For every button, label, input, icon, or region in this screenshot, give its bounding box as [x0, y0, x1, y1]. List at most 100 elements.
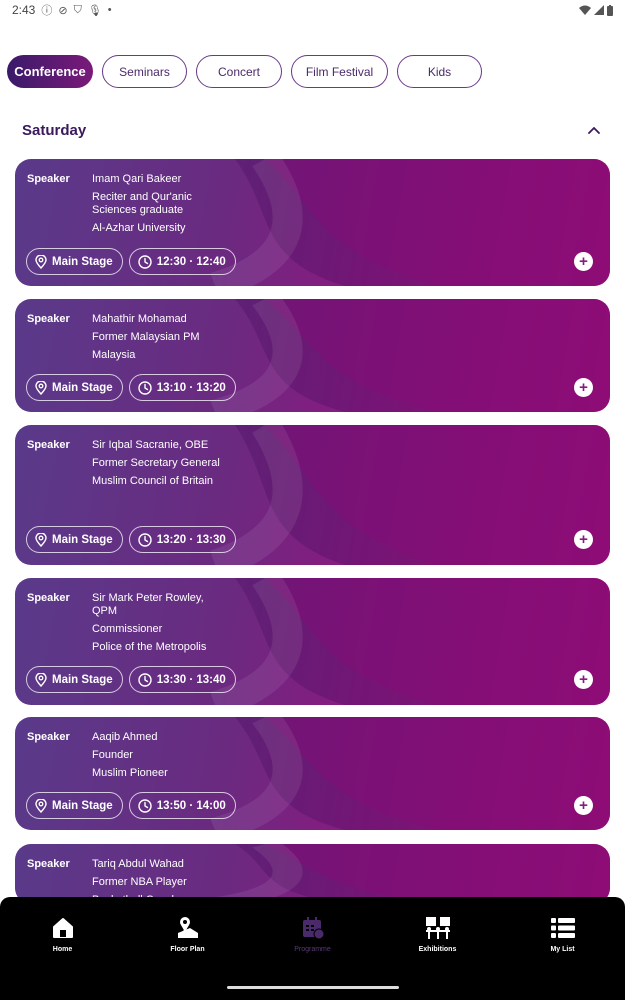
- filter-chip-concert[interactable]: Concert: [196, 55, 282, 88]
- mic-icon: 🎙: [87, 4, 102, 17]
- session-card[interactable]: Speaker Aaqib Ahmed Founder Muslim Pioneer…: [15, 717, 610, 830]
- location-pill: Main Stage: [26, 526, 123, 553]
- speaker-details: Sir Mark Peter Rowley, QPM Commissioner Po…: [92, 592, 222, 659]
- speaker-line: Al-Azhar University: [92, 222, 186, 234]
- nav-floor-plan[interactable]: Floor Plan: [125, 915, 250, 953]
- location-pill: Main Stage: [26, 374, 123, 401]
- nav-my-list-label: My List: [550, 946, 575, 953]
- day-title: Saturday: [22, 122, 87, 139]
- dot-icon: •: [107, 4, 112, 16]
- speaker-details: Aaqib Ahmed Founder Muslim Pioneer: [92, 731, 222, 785]
- plus-icon: +: [579, 797, 588, 814]
- add-to-list-button[interactable]: +: [574, 252, 593, 271]
- map-icon: [175, 915, 201, 941]
- time-pill: 13:20 · 13:30: [128, 526, 236, 553]
- session-meta: Main Stage 12:30 · 12:40: [26, 248, 236, 275]
- signal-icon: [594, 5, 604, 15]
- chevron-up-icon[interactable]: [586, 123, 602, 139]
- location-pill: Main Stage: [26, 248, 123, 275]
- plus-icon: +: [579, 671, 588, 688]
- nav-programme-label: Programme: [294, 946, 331, 953]
- plus-icon: +: [579, 531, 588, 548]
- speaker-label: Speaker: [27, 731, 70, 743]
- home-indicator[interactable]: [227, 986, 399, 989]
- session-card[interactable]: Speaker Imam Qari Bakeer Reciter and Qur'…: [15, 159, 610, 286]
- speaker-line: Imam Qari Bakeer: [92, 173, 182, 185]
- filter-chip-seminars[interactable]: Seminars: [102, 55, 187, 88]
- session-card[interactable]: Speaker Mahathir Mohamad Former Malaysian…: [15, 299, 610, 412]
- time-text: 13:30 · 13:40: [156, 673, 226, 686]
- nav-exhibitions[interactable]: Exhibitions: [375, 915, 500, 953]
- speaker-line: Former Secretary General: [92, 457, 220, 469]
- day-section-header[interactable]: Saturday: [22, 122, 602, 139]
- location-text: Main Stage: [52, 381, 113, 394]
- session-meta: Main Stage 13:30 · 13:40: [26, 666, 236, 693]
- add-to-list-button[interactable]: +: [574, 530, 593, 549]
- clock-icon: [138, 532, 152, 547]
- speaker-label: Speaker: [27, 858, 70, 870]
- time-text: 13:50 · 14:00: [156, 799, 226, 812]
- speaker-line: Muslim Council of Britain: [92, 475, 214, 487]
- speaker-details: Imam Qari Bakeer Reciter and Qur'anic Sci…: [92, 173, 222, 240]
- add-to-list-button[interactable]: +: [574, 378, 593, 397]
- session-meta: Main Stage 13:20 · 13:30: [26, 526, 236, 553]
- speaker-line: Former Malaysian PM: [92, 331, 200, 343]
- clock-icon: [138, 254, 152, 269]
- location-pin-icon: [35, 380, 47, 395]
- nav-programme[interactable]: Programme: [250, 915, 375, 953]
- time-text: 12:30 · 12:40: [156, 255, 226, 268]
- speaker-details: Sir Iqbal Sacranie, OBE Former Secretary …: [92, 439, 222, 493]
- speaker-line: Mahathir Mohamad: [92, 313, 187, 325]
- location-text: Main Stage: [52, 673, 113, 686]
- session-card[interactable]: Speaker Sir Iqbal Sacranie, OBE Former Se…: [15, 425, 610, 565]
- status-bar: 2:43 ⓘ ⊘ ⛉ 🎙 •: [0, 0, 625, 20]
- location-text: Main Stage: [52, 799, 113, 812]
- speaker-line: Reciter and Qur'anic Sciences graduate: [92, 191, 192, 216]
- blocked-icon: ⊘: [58, 4, 68, 17]
- location-pin-icon: [35, 532, 47, 547]
- home-icon: [50, 915, 76, 941]
- time-pill: 13:10 · 13:20: [128, 374, 236, 401]
- shield-icon: ⛉: [73, 3, 82, 16]
- nav-my-list[interactable]: My List: [500, 915, 625, 953]
- nav-home-label: Home: [52, 946, 73, 953]
- speaker-label: Speaker: [27, 592, 70, 604]
- time-pill: 13:30 · 13:40: [128, 666, 236, 693]
- time-pill: 12:30 · 12:40: [128, 248, 236, 275]
- time-text: 13:20 · 13:30: [156, 533, 226, 546]
- filter-chip-conference[interactable]: Conference: [7, 55, 93, 88]
- session-card[interactable]: Speaker Sir Mark Peter Rowley, QPM Commis…: [15, 578, 610, 705]
- speaker-line: Aaqib Ahmed: [92, 731, 158, 743]
- add-to-list-button[interactable]: +: [574, 796, 593, 815]
- session-meta: Main Stage 13:50 · 14:00: [26, 792, 236, 819]
- speaker-details: Mahathir Mohamad Former Malaysian PM Malay…: [92, 313, 222, 367]
- bottom-navigation: Home Floor Plan Programme Exhibitions My…: [0, 897, 625, 1000]
- list-icon: [550, 915, 576, 941]
- plus-icon: +: [579, 253, 588, 270]
- status-time: 2:43: [12, 3, 36, 17]
- filter-chip-kids[interactable]: Kids: [397, 55, 482, 88]
- speaker-line: Police of the Metropolis: [92, 641, 207, 653]
- calendar-icon: [300, 915, 326, 941]
- speaker-line: Sir Iqbal Sacranie, OBE: [92, 439, 209, 451]
- time-text: 13:10 · 13:20: [156, 381, 226, 394]
- speaker-line: Sir Mark Peter Rowley, QPM: [92, 592, 204, 617]
- nav-home[interactable]: Home: [0, 915, 125, 953]
- location-text: Main Stage: [52, 533, 113, 546]
- nav-exhibitions-label: Exhibitions: [418, 946, 457, 953]
- session-card[interactable]: Speaker Tariq Abdul Wahad Former NBA Play…: [15, 844, 610, 904]
- location-pin-icon: [35, 254, 47, 269]
- speaker-label: Speaker: [27, 173, 70, 185]
- filter-chip-film-festival[interactable]: Film Festival: [291, 55, 388, 88]
- speaker-line: Former NBA Player: [92, 876, 187, 888]
- location-pin-icon: [35, 672, 47, 687]
- info-icon: ⓘ: [41, 5, 53, 17]
- add-to-list-button[interactable]: +: [574, 670, 593, 689]
- category-filter-bar: Conference Seminars Concert Film Festiva…: [7, 55, 482, 88]
- nav-floor-plan-label: Floor Plan: [170, 946, 205, 953]
- session-meta: Main Stage 13:10 · 13:20: [26, 374, 236, 401]
- time-pill: 13:50 · 14:00: [128, 792, 236, 819]
- battery-icon: [607, 4, 613, 16]
- wifi-icon: [579, 5, 591, 15]
- speaker-line: Muslim Pioneer: [92, 767, 168, 779]
